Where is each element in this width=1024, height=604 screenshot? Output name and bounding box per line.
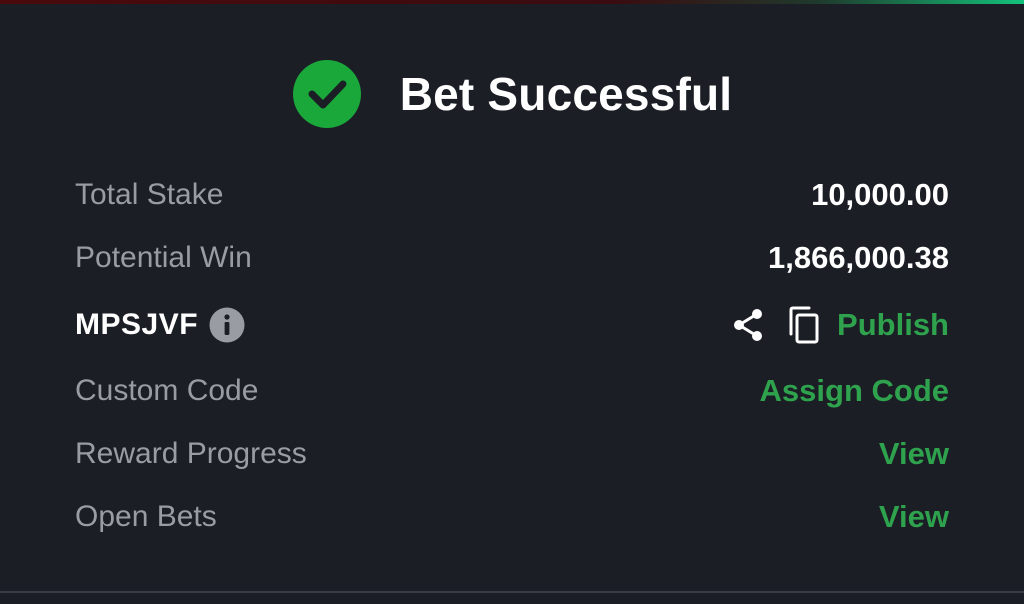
total-stake-row: Total Stake 10,000.00 — [75, 171, 949, 219]
open-bets-label: Open Bets — [75, 500, 217, 533]
info-icon[interactable] — [209, 307, 245, 343]
assign-code-button[interactable]: Assign Code — [760, 373, 949, 409]
code-actions: Publish — [731, 306, 949, 344]
check-circle-icon — [292, 60, 361, 128]
reward-progress-view-button[interactable]: View — [879, 436, 949, 472]
page-title: Bet Successful — [399, 68, 733, 120]
custom-code-label: Custom Code — [75, 374, 259, 407]
potential-win-label: Potential Win — [75, 241, 252, 274]
open-bets-view-button[interactable]: View — [879, 499, 949, 535]
bet-success-panel: Bet Successful Total Stake 10,000.00 Pot… — [0, 0, 1024, 604]
custom-code-row: Custom Code Assign Code — [75, 367, 949, 415]
open-bets-row: Open Bets View — [75, 493, 949, 541]
reward-progress-row: Reward Progress View — [75, 430, 949, 478]
copy-icon[interactable] — [787, 306, 821, 344]
booking-code-row: MPSJVF Publish — [75, 301, 949, 349]
top-accent-strip — [0, 0, 1024, 4]
total-stake-label: Total Stake — [75, 178, 224, 211]
success-header: Bet Successful — [0, 58, 1024, 130]
total-stake-value: 10,000.00 — [811, 177, 949, 212]
booking-code-group: MPSJVF — [75, 307, 245, 343]
booking-code: MPSJVF — [75, 308, 199, 341]
divider — [0, 591, 1024, 593]
potential-win-row: Potential Win 1,866,000.38 — [75, 234, 949, 282]
publish-button[interactable]: Publish — [837, 307, 949, 343]
potential-win-value: 1,866,000.38 — [767, 240, 949, 275]
reward-progress-label: Reward Progress — [75, 437, 307, 470]
share-icon[interactable] — [731, 307, 765, 343]
